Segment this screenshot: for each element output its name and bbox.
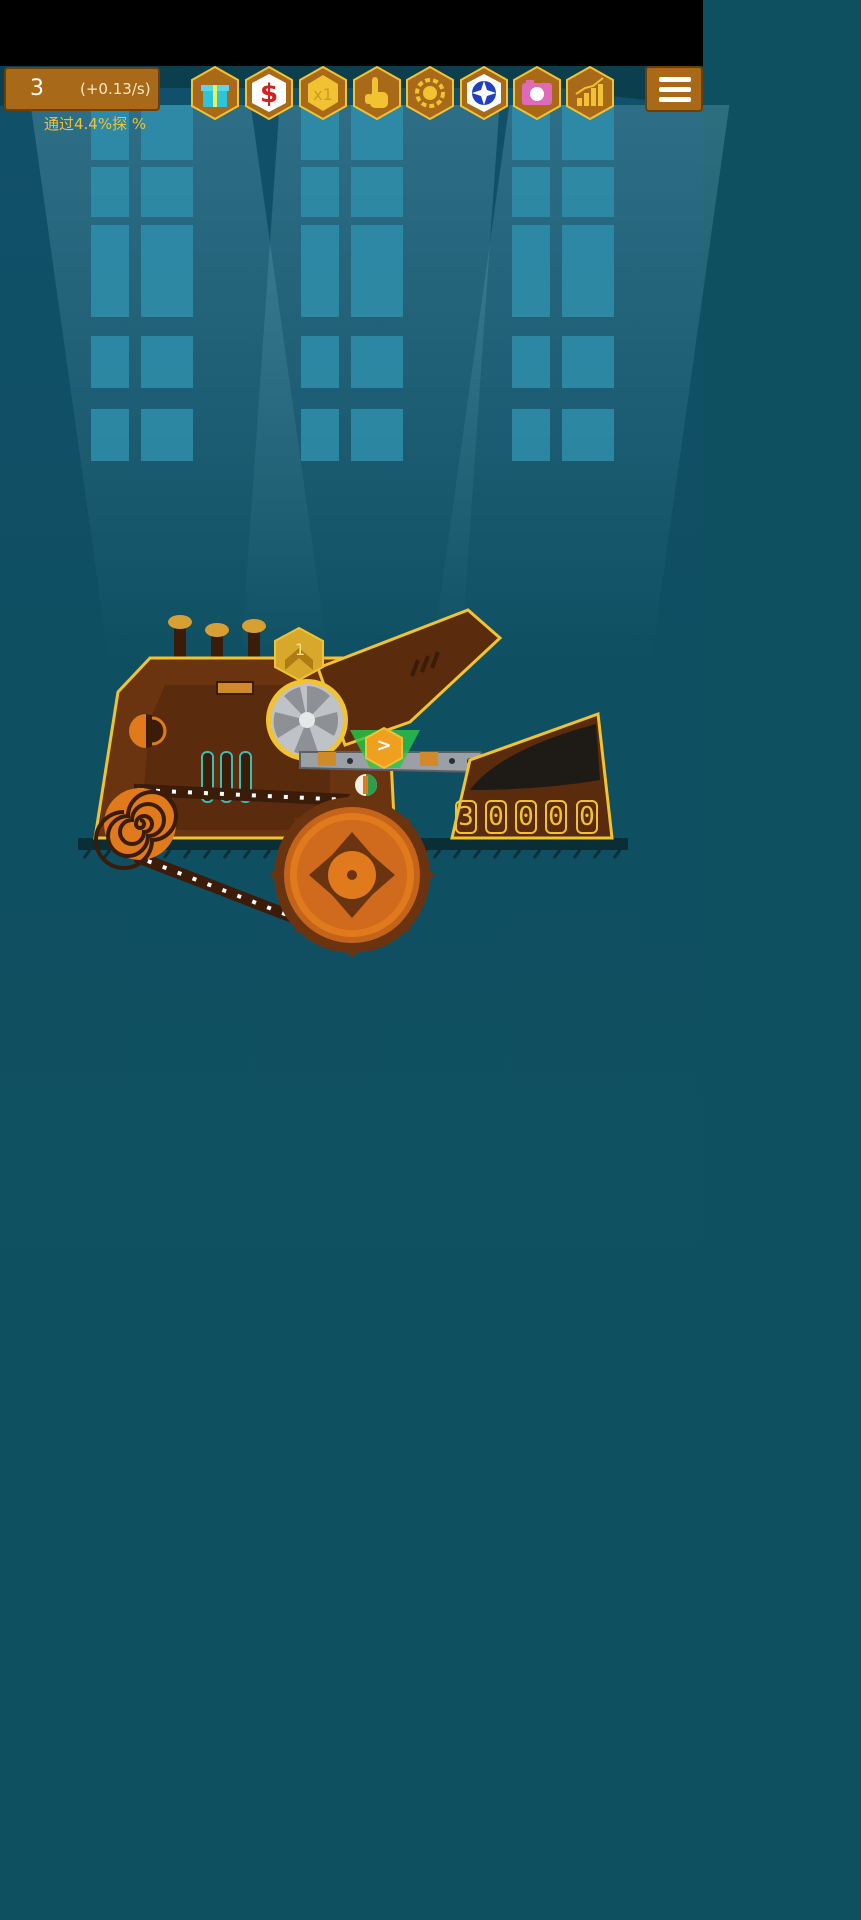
portal-button[interactable] [457,66,511,120]
side-fan-icon [129,714,167,748]
shop-button[interactable]: $ [242,66,296,120]
svg-text:$: $ [260,79,278,109]
factory-window-center [301,105,403,461]
gift-icon [201,85,229,107]
income-rate: (+0.13/s) [80,80,151,98]
progress-text: 通过4.4%探 % [44,115,147,133]
factory-window-left [91,105,193,461]
saw-blade-icon [266,679,348,761]
coin-count: 3 [30,76,44,101]
status-bar [0,0,703,66]
counter-digit: 3 [455,800,477,834]
camera-button[interactable] [510,66,564,120]
multiplier-label: x1 [313,85,333,104]
product-coin-icon [355,774,377,796]
menu-button[interactable] [645,66,703,112]
counter-digit: 0 [515,800,537,834]
stats-button[interactable] [563,66,617,120]
multiplier-button[interactable]: x1 [296,66,350,120]
saw-level-label: 1 [294,640,306,659]
counter-digit: 0 [576,800,598,834]
gift-button[interactable] [188,66,242,120]
upgrade-button[interactable] [403,66,457,120]
counter-digit: 0 [485,800,507,834]
auto-tap-button[interactable] [350,66,404,120]
factory-window-right [512,105,614,461]
camera-icon [522,80,552,105]
boost-arrow-label: > [376,735,392,756]
counter-digit: 0 [545,800,567,834]
vent-plate [216,681,254,695]
